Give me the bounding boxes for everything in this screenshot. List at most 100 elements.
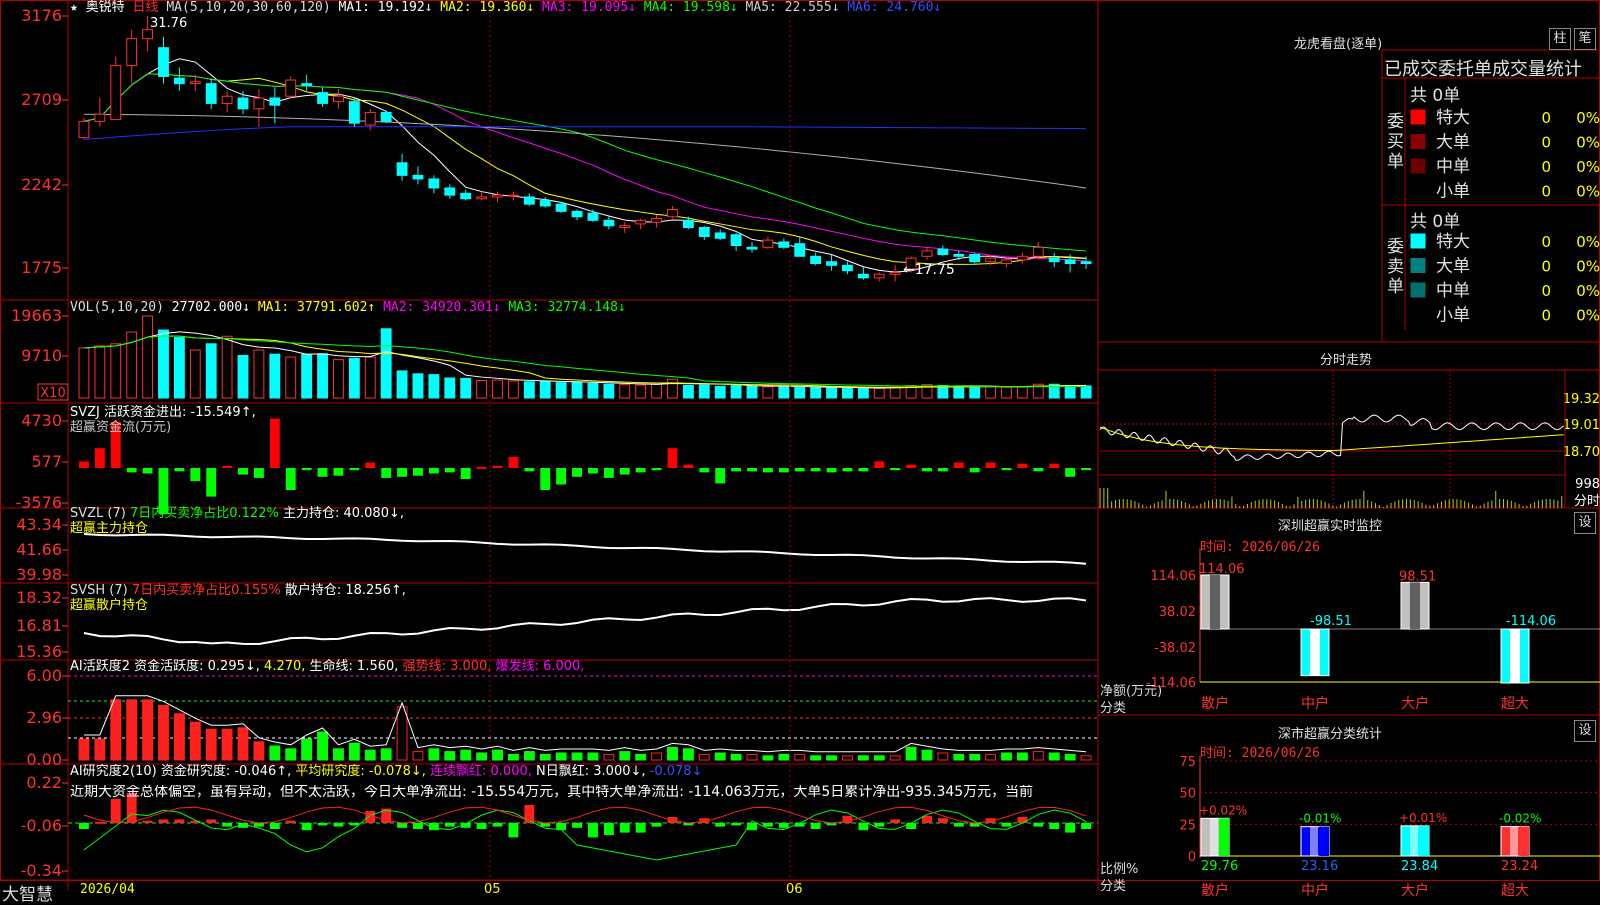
fund-flow-bar xyxy=(397,468,408,477)
candle-body xyxy=(889,271,901,275)
activity-bar xyxy=(969,753,981,761)
main-panel-header: ★ 奥锐特 日线 MA(5,10,20,30,60,120) MA1: 19.1… xyxy=(70,0,1100,15)
column-mode-button[interactable]: 柱 xyxy=(1549,28,1571,50)
y-axis-label: 39.98 xyxy=(16,565,62,584)
research-bar xyxy=(301,823,312,831)
candle-body xyxy=(317,92,328,104)
candle-body xyxy=(762,239,774,248)
volume-bar xyxy=(412,373,424,399)
candle-body xyxy=(555,203,567,212)
candle-body xyxy=(921,250,933,257)
candle-body xyxy=(953,254,965,257)
class-category: 散户 xyxy=(1201,882,1229,899)
research-bar xyxy=(1001,823,1012,827)
research-bar xyxy=(269,823,280,829)
sz-monitor-settings-button[interactable]: 设 xyxy=(1574,512,1596,534)
candle-body xyxy=(873,273,885,279)
fund-flow-bar xyxy=(222,465,233,468)
y-axis-label: 19663 xyxy=(11,306,62,325)
svzl-main: 主力持仓: 40.080↓, xyxy=(282,506,404,521)
monitor-bar-大户: 98.51 大户 xyxy=(1399,569,1436,712)
ma120-line xyxy=(83,126,1087,140)
lhb-row-name: 小单 xyxy=(1436,182,1470,202)
activity-bar xyxy=(555,752,567,761)
lhb-title: 龙虎看盘(逐单) xyxy=(1294,37,1383,52)
monitor-bar-core xyxy=(1210,575,1220,629)
star-icon[interactable]: ★ xyxy=(70,0,78,15)
volume-bar xyxy=(476,379,488,399)
intraday-price-line xyxy=(1099,414,1564,461)
ma5-value: MA5: 22.555↓ xyxy=(745,0,840,15)
y-axis-label: 3176 xyxy=(21,6,62,25)
volume-bar xyxy=(587,382,599,399)
fund-flow-bar xyxy=(413,468,423,476)
fund-flow-bar xyxy=(79,461,89,468)
svsh-retail: 散户持仓: 18.256↑, xyxy=(284,583,406,598)
candle-body xyxy=(667,209,678,218)
period-label[interactable]: 日线 xyxy=(133,0,159,15)
fund-flow-bar xyxy=(858,468,869,472)
activity-bar xyxy=(78,738,90,761)
candle-body xyxy=(333,95,344,103)
fund-flow-bar xyxy=(1033,468,1044,472)
candle-body xyxy=(778,241,790,248)
volume-bar xyxy=(1080,385,1092,399)
fund-flow-bar xyxy=(190,468,201,482)
lhb-row-pct: 0% xyxy=(1576,307,1600,325)
lhb-swatch xyxy=(1410,307,1426,322)
lhb-row-name: 大单 xyxy=(1436,133,1470,153)
activity-bar xyxy=(667,746,678,761)
activity-bar xyxy=(794,753,806,761)
y-axis-label: -3576 xyxy=(16,493,63,512)
monitor-bar-label: -98.51 xyxy=(1310,614,1352,629)
class-bar-core xyxy=(1310,826,1318,856)
lhb-row-name: 小单 xyxy=(1436,306,1470,326)
volume-bar xyxy=(237,354,249,399)
sz-monitor-xlabel: 分类 xyxy=(1100,701,1127,716)
ma1-value: MA1: 19.192↓ xyxy=(338,0,433,15)
research-bar xyxy=(778,823,789,828)
vol-ma10-line xyxy=(83,335,1087,388)
class-bar-core xyxy=(1210,818,1218,856)
fund-flow-bar xyxy=(747,468,757,472)
activity-bar xyxy=(205,728,217,761)
research-red-line xyxy=(83,806,1087,824)
lhb-row-pct: 0% xyxy=(1576,258,1600,276)
activity-bar xyxy=(189,721,201,761)
fund-flow-bar xyxy=(826,468,837,473)
volume-bar xyxy=(253,349,265,399)
sell-side-label: 委卖单 xyxy=(1387,237,1404,297)
volume-bar xyxy=(1064,384,1076,399)
sz-class-settings-button[interactable]: 设 xyxy=(1574,720,1596,742)
sz-class-xlabel: 分类 xyxy=(1100,879,1127,894)
buy-total: 共 0单 xyxy=(1410,86,1461,106)
monitor-category: 大户 xyxy=(1401,695,1429,712)
vol-ma20-line xyxy=(83,335,1087,388)
research-bar xyxy=(492,823,503,827)
lhb-row: 小单 0 0% xyxy=(1410,182,1600,202)
fund-flow-bar xyxy=(1065,468,1076,477)
candle-body xyxy=(635,219,647,225)
volume-bar xyxy=(333,359,344,399)
stroke-mode-button[interactable]: 笔 xyxy=(1574,28,1596,50)
fund-flow-bar xyxy=(683,464,694,468)
candle-body xyxy=(842,264,853,272)
volume-bar xyxy=(969,386,981,399)
candle-body xyxy=(237,97,249,110)
candle-body xyxy=(746,246,758,250)
fund-flow-bar xyxy=(922,468,932,472)
activity-line xyxy=(83,695,1087,753)
research-bar xyxy=(572,823,582,828)
date-label-june: 06 xyxy=(786,882,803,897)
fund-flow-bar xyxy=(969,468,980,473)
activity-bar xyxy=(1001,752,1012,761)
class-bar-value: 23.16 xyxy=(1301,859,1338,874)
activity-bar xyxy=(285,748,297,761)
monitor-category: 中户 xyxy=(1301,695,1329,712)
sz-class-time: 时间: 2026/06/26 xyxy=(1200,746,1320,761)
research-bar xyxy=(762,823,773,827)
brand-label[interactable]: 大智慧 xyxy=(2,880,53,905)
volume-bar xyxy=(269,353,281,399)
stock-name[interactable]: 奥锐特 xyxy=(86,0,125,15)
lhb-swatch xyxy=(1410,109,1426,125)
